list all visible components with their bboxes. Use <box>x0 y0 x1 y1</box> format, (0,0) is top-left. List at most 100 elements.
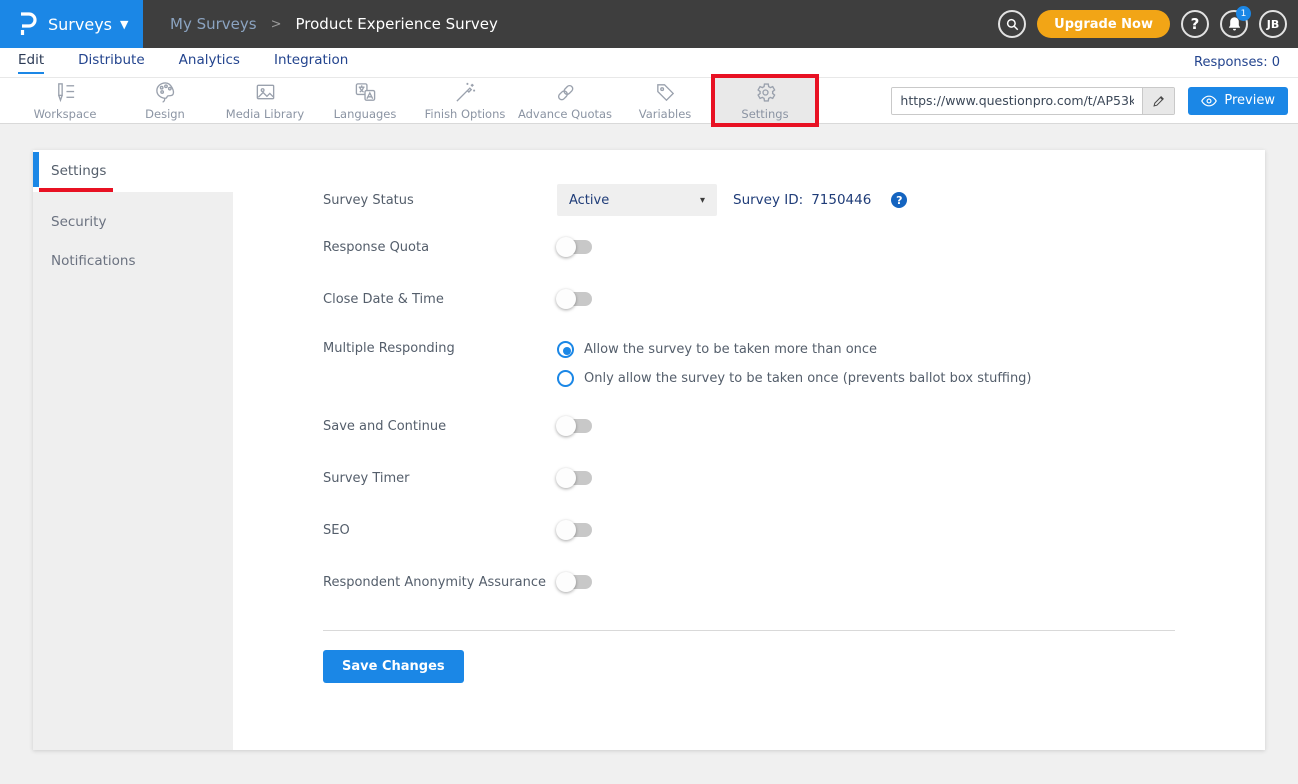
search-icon[interactable] <box>998 10 1026 38</box>
advance-quotas-icon <box>554 81 577 104</box>
preview-label: Preview <box>1224 93 1275 108</box>
survey-nav-row: Edit Distribute Analytics Integration Re… <box>0 48 1298 78</box>
tab-analytics[interactable]: Analytics <box>179 52 240 74</box>
toolbar-label: Design <box>145 107 185 121</box>
toolbar-label: Variables <box>639 107 692 121</box>
sidebar-rest: Security Notifications <box>33 192 233 280</box>
toolbar-item-languages[interactable]: Languages <box>315 78 415 123</box>
survey-status-row: Survey Status Active ▾ Survey ID: 715044… <box>323 184 1265 216</box>
toggle-knob <box>556 468 576 488</box>
radio-selected-icon[interactable] <box>557 341 574 358</box>
survey-timer-row: Survey Timer <box>323 468 1265 488</box>
questionpro-logo-icon <box>16 11 40 37</box>
product-name: Surveys <box>48 15 112 34</box>
survey-id-group: Survey ID: 7150446 ? <box>733 192 907 208</box>
radio-option-only-once[interactable]: Only allow the survey to be taken once (… <box>557 370 1032 387</box>
settings-form: Survey Status Active ▾ Survey ID: 715044… <box>233 150 1265 750</box>
notification-count-badge: 1 <box>1236 6 1251 21</box>
survey-id-help-icon[interactable]: ? <box>891 192 907 208</box>
tab-edit[interactable]: Edit <box>18 52 44 74</box>
toolbar-item-variables[interactable]: Variables <box>615 78 715 123</box>
multiple-responding-row: Multiple Responding Allow the survey to … <box>323 341 1265 387</box>
seo-toggle[interactable] <box>557 523 592 537</box>
breadcrumb-my-surveys[interactable]: My Surveys <box>170 15 257 33</box>
toolbar-label: Settings <box>741 107 788 121</box>
save-and-continue-row: Save and Continue <box>323 416 1265 436</box>
finish-options-icon <box>454 81 477 104</box>
toolbar-label: Finish Options <box>425 107 506 121</box>
toolbar-label: Advance Quotas <box>518 107 612 121</box>
save-and-continue-toggle[interactable] <box>557 419 592 433</box>
survey-timer-toggle[interactable] <box>557 471 592 485</box>
toolbar-item-media-library[interactable]: Media Library <box>215 78 315 123</box>
app-logo-menu[interactable]: Surveys ▼ <box>0 0 143 48</box>
survey-id-label: Survey ID: <box>733 192 803 208</box>
chevron-down-icon: ▼ <box>120 18 128 31</box>
save-and-continue-label: Save and Continue <box>323 419 557 434</box>
upgrade-now-button[interactable]: Upgrade Now <box>1037 10 1170 38</box>
survey-status-value: Active <box>569 193 609 208</box>
respondent-anonymity-row: Respondent Anonymity Assurance <box>323 572 1265 592</box>
survey-status-label: Survey Status <box>323 193 557 208</box>
tab-integration[interactable]: Integration <box>274 52 348 74</box>
survey-nav-tabs: Edit Distribute Analytics Integration <box>18 52 348 74</box>
toggle-knob <box>556 520 576 540</box>
breadcrumb-separator-icon: > <box>271 17 282 32</box>
variables-tag-icon <box>654 81 677 104</box>
preview-button[interactable]: Preview <box>1188 87 1288 115</box>
settings-sidebar: Settings Security Notifications <box>33 150 233 750</box>
sidebar-item-label: Settings <box>51 163 106 179</box>
design-palette-icon <box>154 81 177 104</box>
help-icon[interactable]: ? <box>1181 10 1209 38</box>
radio-unselected-icon[interactable] <box>557 370 574 387</box>
breadcrumb-survey-title: Product Experience Survey <box>296 15 498 33</box>
sidebar-item-label: Notifications <box>51 253 136 269</box>
sidebar-item-label: Security <box>51 214 106 230</box>
multiple-responding-options: Allow the survey to be taken more than o… <box>557 341 1032 387</box>
survey-status-dropdown[interactable]: Active ▾ <box>557 184 717 216</box>
toggle-knob <box>556 237 576 257</box>
survey-url-input[interactable] <box>892 88 1142 114</box>
radio-option-label: Only allow the survey to be taken once (… <box>584 371 1032 386</box>
form-divider <box>323 630 1175 631</box>
user-avatar[interactable]: JB <box>1259 10 1287 38</box>
toggle-knob <box>556 289 576 309</box>
chevron-down-icon: ▾ <box>700 195 705 206</box>
seo-row: SEO <box>323 520 1265 540</box>
edit-url-button[interactable] <box>1142 88 1174 114</box>
workspace-icon <box>54 81 77 104</box>
close-date-time-toggle[interactable] <box>557 292 592 306</box>
edit-toolbar: Workspace Design Media Library Languages… <box>0 78 1298 124</box>
languages-icon <box>354 81 377 104</box>
page-body: Settings Security Notifications Survey S… <box>0 124 1298 750</box>
survey-timer-label: Survey Timer <box>323 471 557 486</box>
response-quota-label: Response Quota <box>323 240 557 255</box>
sidebar-item-settings[interactable]: Settings <box>33 150 233 192</box>
toolbar-item-workspace[interactable]: Workspace <box>15 78 115 123</box>
sidebar-item-security[interactable]: Security <box>33 202 233 241</box>
pencil-icon <box>1152 94 1166 108</box>
seo-label: SEO <box>323 523 557 538</box>
toolbar-item-settings[interactable]: Settings <box>715 78 815 123</box>
notifications-bell-icon[interactable]: 1 <box>1220 10 1248 38</box>
header-actions: Upgrade Now ? 1 JB <box>998 10 1298 38</box>
toggle-knob <box>556 416 576 436</box>
toolbar-item-advance-quotas[interactable]: Advance Quotas <box>515 78 615 123</box>
radio-option-label: Allow the survey to be taken more than o… <box>584 342 877 357</box>
response-quota-row: Response Quota <box>323 237 1265 257</box>
toolbar-label: Media Library <box>226 107 304 121</box>
toolbar-item-finish-options[interactable]: Finish Options <box>415 78 515 123</box>
response-quota-toggle[interactable] <box>557 240 592 254</box>
sidebar-item-notifications[interactable]: Notifications <box>33 241 233 280</box>
tab-distribute[interactable]: Distribute <box>78 52 145 74</box>
responses-count[interactable]: Responses: 0 <box>1194 55 1280 70</box>
toolbar-item-design[interactable]: Design <box>115 78 215 123</box>
respondent-anonymity-toggle[interactable] <box>557 575 592 589</box>
settings-gear-icon <box>754 81 777 104</box>
save-changes-button[interactable]: Save Changes <box>323 650 464 683</box>
respondent-anonymity-label: Respondent Anonymity Assurance <box>323 575 557 590</box>
multiple-responding-label: Multiple Responding <box>323 341 557 356</box>
radio-option-multiple-allowed[interactable]: Allow the survey to be taken more than o… <box>557 341 1032 358</box>
top-header: Surveys ▼ My Surveys > Product Experienc… <box>0 0 1298 48</box>
media-library-icon <box>254 81 277 104</box>
